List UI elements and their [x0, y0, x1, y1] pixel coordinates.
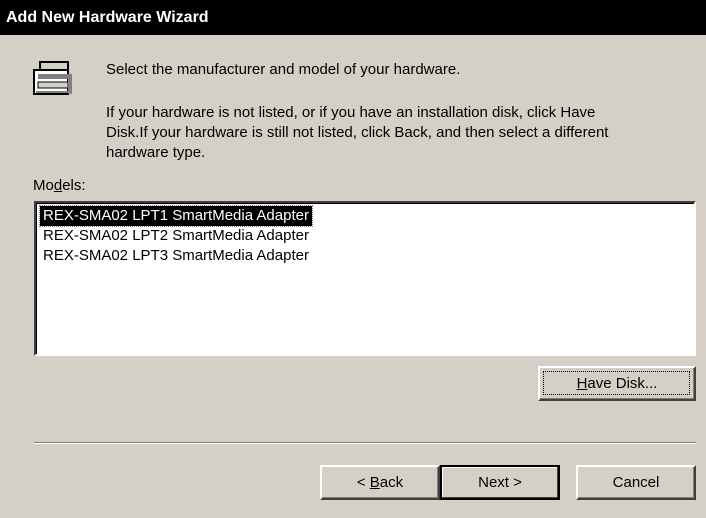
have-disk-access-key: H — [576, 375, 588, 392]
models-label-prefix: Mo — [33, 177, 54, 194]
cancel-button-label: Cancel — [612, 474, 660, 491]
separator-line — [34, 442, 696, 444]
help-text-line-1: If your hardware is not listed, or if yo… — [106, 104, 596, 121]
model-list-item[interactable]: REX-SMA02 LPT1 SmartMedia Adapter — [39, 205, 313, 227]
next-button-label: Next > — [478, 474, 522, 491]
have-disk-label-rest: ave Disk... — [587, 375, 658, 392]
next-button[interactable]: Next > — [440, 465, 560, 500]
have-disk-button[interactable]: Have Disk... — [538, 366, 696, 401]
have-disk-button-label: Have Disk... — [577, 375, 658, 392]
models-label-access-key: d — [53, 177, 63, 194]
models-listbox[interactable]: REX-SMA02 LPT1 SmartMedia Adapter REX-SM… — [34, 201, 696, 356]
back-label-prefix: < — [356, 474, 370, 491]
wizard-window: Add New Hardware Wizard Select the manuf… — [0, 0, 706, 518]
back-button-label: < Back — [357, 474, 403, 491]
models-label-suffix: els: — [62, 177, 86, 194]
help-text-line-3: hardware type. — [106, 144, 206, 161]
model-list-item[interactable]: REX-SMA02 LPT3 SmartMedia Adapter — [40, 246, 312, 266]
back-access-key: B — [369, 474, 380, 491]
model-list-item[interactable]: REX-SMA02 LPT2 SmartMedia Adapter — [40, 226, 312, 246]
help-text-line-2: Disk.If your hardware is still not liste… — [106, 124, 609, 141]
back-label-rest: ack — [379, 474, 404, 491]
back-button[interactable]: < Back — [320, 465, 440, 500]
hardware-device-icon — [33, 61, 72, 95]
cancel-button[interactable]: Cancel — [576, 465, 696, 500]
models-label: Models: — [33, 176, 86, 196]
title-bar[interactable]: Add New Hardware Wizard — [0, 0, 706, 35]
instruction-text: Select the manufacturer and model of you… — [106, 61, 461, 78]
